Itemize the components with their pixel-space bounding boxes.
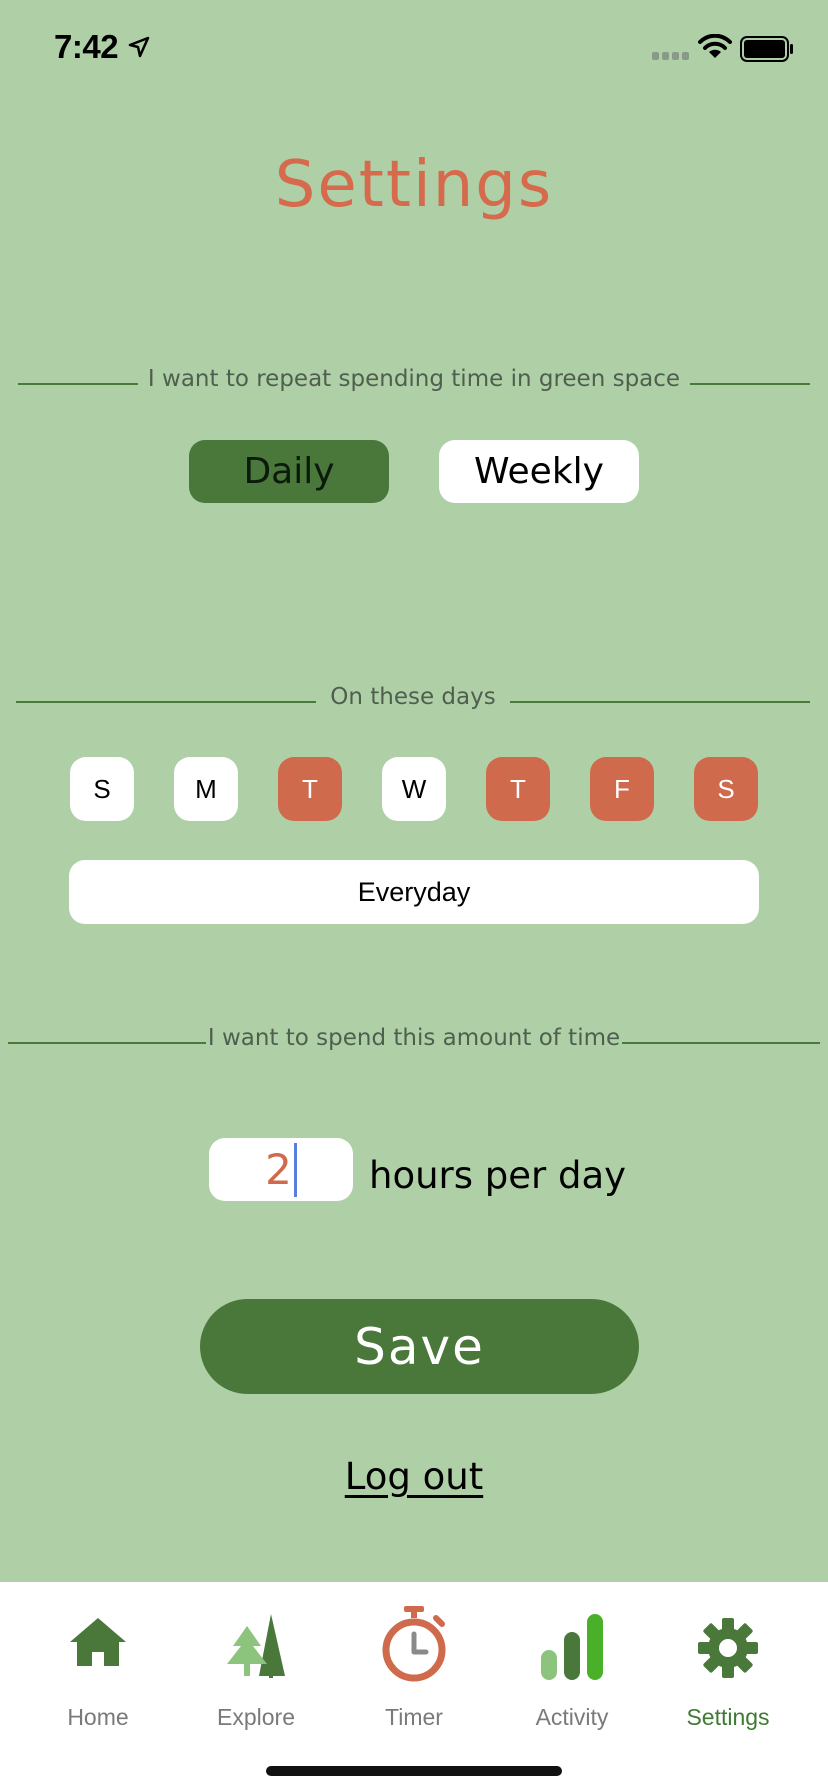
- tab-settings[interactable]: Settings: [653, 1582, 803, 1732]
- gear-icon: [698, 1618, 758, 1678]
- repeat-section-divider: I want to repeat spending time in green …: [18, 366, 810, 400]
- daily-button[interactable]: Daily: [189, 440, 389, 503]
- logout-row: Log out: [0, 1455, 828, 1498]
- repeat-section-label: I want to repeat spending time in green …: [147, 366, 681, 392]
- day-button-saturday[interactable]: S: [694, 757, 758, 821]
- tab-bar: Home Explore Timer Activity Settings: [0, 1582, 828, 1792]
- time-section-divider: I want to spend this amount of time: [8, 1025, 820, 1059]
- status-time: 7:42: [54, 28, 119, 65]
- home-indicator[interactable]: [266, 1766, 562, 1776]
- battery-icon: [740, 36, 793, 62]
- location-arrow-icon: [128, 36, 150, 58]
- hours-value: 2: [265, 1145, 292, 1194]
- trees-icon: [227, 1614, 285, 1678]
- tab-home[interactable]: Home: [23, 1582, 173, 1732]
- bars-icon: [541, 1614, 603, 1680]
- tab-timer-label: Timer: [385, 1704, 443, 1730]
- page-title: Settings: [274, 148, 554, 222]
- days-section-label: On these days: [330, 684, 496, 710]
- wifi-icon: [698, 34, 732, 58]
- house-icon: [70, 1618, 126, 1666]
- everyday-button[interactable]: Everyday: [69, 860, 759, 924]
- tab-activity-label: Activity: [535, 1704, 609, 1730]
- day-button-friday[interactable]: F: [590, 757, 654, 821]
- day-button-thursday[interactable]: T: [486, 757, 550, 821]
- logout-link[interactable]: Log out: [345, 1455, 483, 1498]
- days-section-divider: On these days: [16, 684, 810, 718]
- day-button-sunday[interactable]: S: [70, 757, 134, 821]
- tab-explore-label: Explore: [217, 1704, 295, 1730]
- stopwatch-icon: [382, 1606, 446, 1682]
- hours-unit-label: hours per day: [369, 1154, 627, 1197]
- day-button-tuesday[interactable]: T: [278, 757, 342, 821]
- day-button-monday[interactable]: M: [174, 757, 238, 821]
- cellular-signal-icon: [652, 52, 689, 60]
- text-caret: [293, 1142, 297, 1197]
- save-button[interactable]: Save: [200, 1299, 639, 1394]
- weekly-button[interactable]: Weekly: [439, 440, 639, 503]
- tab-activity[interactable]: Activity: [497, 1582, 647, 1732]
- tab-settings-label: Settings: [686, 1704, 770, 1730]
- day-button-wednesday[interactable]: W: [382, 757, 446, 821]
- tab-timer[interactable]: Timer: [339, 1582, 489, 1732]
- time-section-label: I want to spend this amount of time: [207, 1025, 621, 1051]
- tab-explore[interactable]: Explore: [181, 1582, 331, 1732]
- tab-home-label: Home: [67, 1704, 129, 1730]
- hours-input[interactable]: 2: [209, 1138, 353, 1201]
